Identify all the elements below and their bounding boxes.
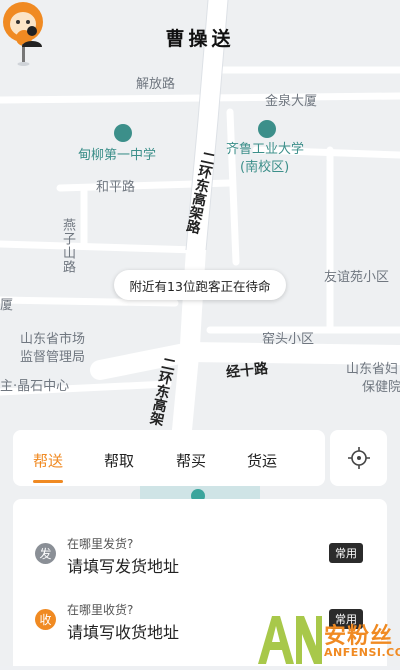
send-question: 在哪里发货? [67, 537, 134, 551]
map-label-market-bureau-1: 山东省市场 [20, 332, 86, 347]
receive-address-input[interactable]: 请填写收货地址 [67, 619, 179, 643]
top-bar: 曹操送 [0, 0, 400, 64]
map-label-jingshi-center: 主·晶石中心 [0, 379, 70, 394]
watermark-logo [258, 616, 322, 664]
map-label-shandong-bao-2: 保健院 [362, 380, 400, 395]
map-label-jiefang-road: 解放路 [136, 77, 176, 92]
locate-button[interactable] [330, 430, 387, 486]
page-title: 曹操送 [165, 28, 235, 50]
map-label-yaotou: 窑头小区 [262, 332, 315, 347]
watermark: 安粉丝 ANFENSI.COM [254, 612, 400, 666]
map-label-heping-road: 和平路 [96, 180, 136, 195]
school-icon [114, 124, 132, 142]
receive-badge: 收 [35, 609, 56, 630]
send-address-row[interactable]: 发 在哪里发货? 请填写发货地址 常用 [13, 529, 387, 579]
school-icon [258, 120, 276, 138]
send-common-button[interactable]: 常用 [329, 543, 363, 563]
map-label-dianliu-school: 甸柳第一中学 [78, 148, 157, 163]
crosshair-icon [347, 447, 370, 469]
map-label-yanzishan-road: 燕子山路 [60, 218, 75, 274]
watermark-domain: ANFENSI.COM [324, 646, 400, 659]
map-label-shandong-bao-1: 山东省妇 [346, 362, 399, 377]
tab-help-pickup[interactable]: 帮取 [104, 450, 134, 471]
map-label-qilu-university: 齐鲁工业大学 [226, 142, 305, 157]
active-tab-indicator [33, 480, 63, 483]
receive-question: 在哪里收货? [67, 603, 134, 617]
map-label-south-campus: (南校区) [240, 160, 290, 175]
map-label-market-bureau-2: 监督管理局 [20, 350, 86, 365]
map-label-youyiyuan: 友谊苑小区 [324, 270, 390, 285]
nearby-riders-bubble: 附近有13位跑客正在待命 [114, 270, 286, 300]
map-label-xia: 厦 [0, 298, 14, 313]
tab-help-buy[interactable]: 帮买 [176, 450, 206, 471]
send-address-input[interactable]: 请填写发货地址 [67, 553, 179, 577]
service-tabs: 帮送 帮取 帮买 货运 [13, 430, 325, 486]
tab-freight[interactable]: 货运 [247, 450, 277, 471]
tab-help-send[interactable]: 帮送 [33, 450, 63, 471]
map-label-jinquan-tower: 金泉大厦 [265, 94, 318, 109]
send-badge: 发 [35, 543, 56, 564]
